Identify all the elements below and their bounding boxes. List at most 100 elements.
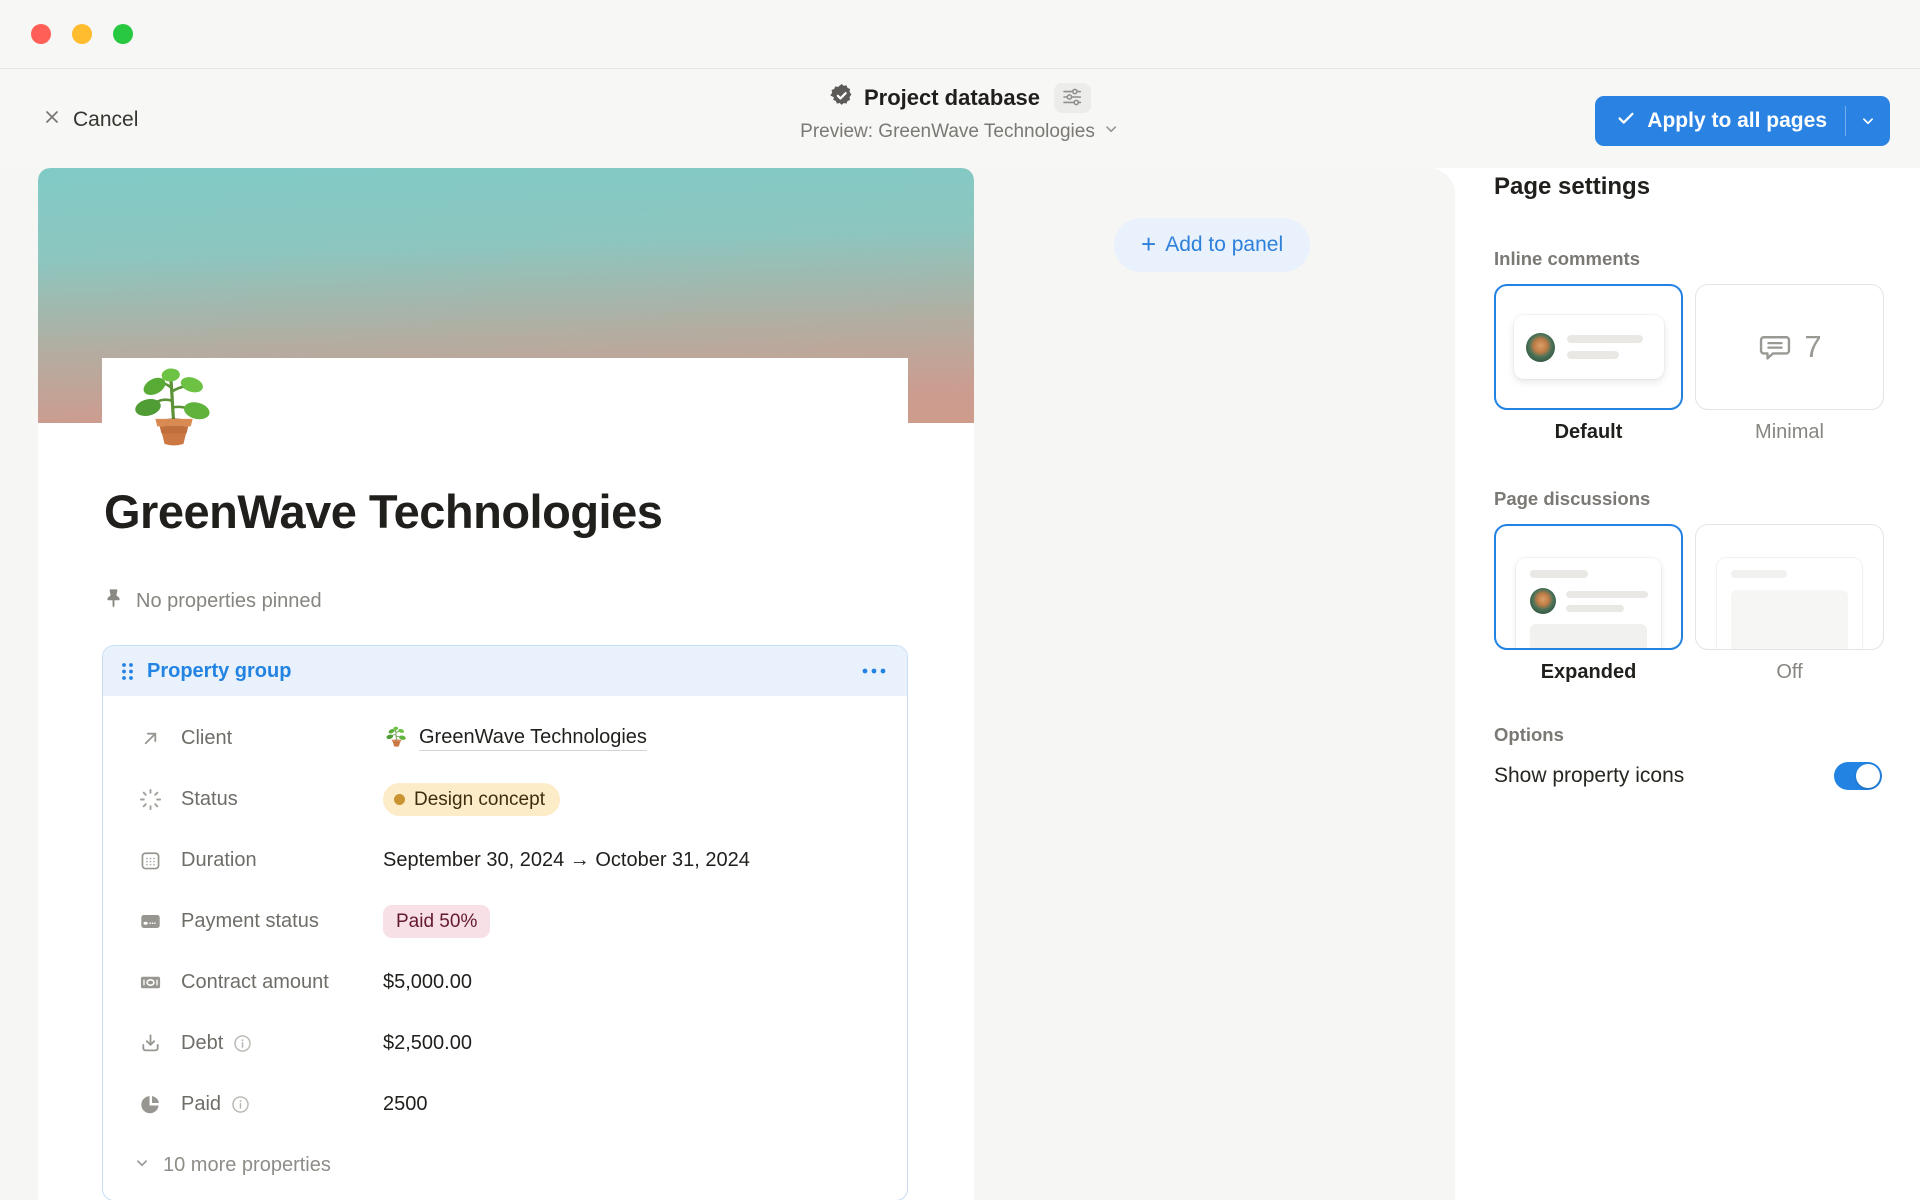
preview-label: Preview: GreenWave Technologies bbox=[800, 121, 1095, 143]
option-column: Default bbox=[1494, 284, 1683, 444]
show-property-icons-label: Show property icons bbox=[1494, 764, 1684, 788]
pinned-properties-note: No properties pinned bbox=[102, 587, 322, 616]
more-properties-toggle[interactable]: 10 more properties bbox=[103, 1135, 907, 1196]
verified-seal-icon bbox=[829, 83, 854, 113]
minimize-window-button[interactable] bbox=[72, 24, 92, 44]
property-row-status[interactable]: StatusDesign concept bbox=[103, 769, 907, 830]
property-group-panel: Property group Client GreenWave Technolog… bbox=[102, 645, 908, 1200]
apply-label: Apply to all pages bbox=[1647, 109, 1827, 133]
option-cards: Expanded Off bbox=[1494, 524, 1882, 684]
section-label: Page discussions bbox=[1494, 488, 1882, 510]
info-icon bbox=[232, 1033, 253, 1054]
sliders-icon bbox=[1062, 87, 1084, 110]
property-row-payment-status[interactable]: Payment statusPaid 50% bbox=[103, 891, 907, 952]
arrow-up-right-icon bbox=[139, 727, 163, 750]
property-group-menu-button[interactable] bbox=[859, 664, 889, 678]
main-area: GreenWave Technologies No properties pin… bbox=[0, 168, 1920, 1200]
add-to-panel-button[interactable]: + Add to panel bbox=[1114, 218, 1310, 272]
customize-page-window: Cancel Project database Preview: GreenWa… bbox=[0, 0, 1920, 1200]
apply-dropdown-button[interactable] bbox=[1846, 96, 1890, 146]
property-value: GreenWave Technologies bbox=[383, 725, 647, 752]
comment-count: 7 bbox=[1804, 329, 1821, 365]
comment-count-preview: 7 bbox=[1696, 285, 1883, 409]
titlebar bbox=[0, 0, 1920, 69]
property-value: $2,500.00 bbox=[383, 1032, 472, 1055]
property-row-contract-amount[interactable]: Contract amount$5,000.00 bbox=[103, 952, 907, 1013]
banknote-icon bbox=[139, 971, 163, 994]
add-to-panel-label: Add to panel bbox=[1165, 233, 1283, 257]
property-label: Debt bbox=[181, 1032, 383, 1055]
option-label-off: Off bbox=[1695, 661, 1884, 684]
check-icon bbox=[1615, 107, 1637, 135]
option-column: Off bbox=[1695, 524, 1884, 684]
drag-handle-icon[interactable] bbox=[121, 662, 134, 681]
property-value: Design concept bbox=[383, 783, 560, 816]
property-row-client[interactable]: Client GreenWave Technologies bbox=[103, 708, 907, 769]
cancel-label: Cancel bbox=[73, 108, 138, 132]
cancel-button[interactable]: Cancel bbox=[36, 103, 144, 137]
chevron-down-icon bbox=[1102, 120, 1120, 144]
option-card-default[interactable] bbox=[1494, 284, 1683, 410]
option-label-minimal: Minimal bbox=[1695, 421, 1884, 444]
status-badge: Design concept bbox=[383, 783, 560, 816]
header-center: Project database Preview: GreenWave Tech… bbox=[800, 83, 1120, 144]
option-label-expanded: Expanded bbox=[1494, 661, 1683, 684]
option-label-default: Default bbox=[1494, 421, 1683, 444]
toggle-knob bbox=[1856, 764, 1880, 788]
sidebar-sections: Inline comments Default 7 Minimal Page discu… bbox=[1494, 248, 1882, 684]
option-column: 7 Minimal bbox=[1695, 284, 1884, 444]
page-preview-pane: GreenWave Technologies No properties pin… bbox=[0, 168, 1455, 1200]
client-page-link[interactable]: GreenWave Technologies bbox=[419, 726, 647, 751]
zoom-window-button[interactable] bbox=[113, 24, 133, 44]
option-cards: Default 7 Minimal bbox=[1494, 284, 1882, 444]
property-value: 2500 bbox=[383, 1093, 428, 1116]
page-settings-sidebar: Page settings Inline commentsDefault7Min… bbox=[1455, 168, 1920, 1200]
top-bar: Cancel Project database Preview: GreenWa… bbox=[0, 0, 1920, 168]
potted-plant-icon bbox=[383, 725, 410, 752]
pinned-note-label: No properties pinned bbox=[136, 590, 322, 613]
option-card-minimal[interactable]: 7 bbox=[1695, 284, 1884, 410]
property-group-title: Property group bbox=[147, 660, 859, 683]
credit-card-icon bbox=[139, 910, 163, 933]
property-row-paid[interactable]: Paid2500 bbox=[103, 1074, 907, 1135]
discussion-preview bbox=[1516, 558, 1661, 650]
comment-preview bbox=[1514, 315, 1664, 379]
property-value: Paid 50% bbox=[383, 905, 490, 938]
close-window-button[interactable] bbox=[31, 24, 51, 44]
pie-chart-icon bbox=[139, 1093, 163, 1116]
property-row-duration[interactable]: DurationSeptember 30, 2024 → October 31,… bbox=[103, 830, 907, 891]
preview-selector[interactable]: Preview: GreenWave Technologies bbox=[800, 120, 1120, 144]
apply-to-all-pages-button[interactable]: Apply to all pages bbox=[1595, 96, 1890, 146]
option-column: Expanded bbox=[1494, 524, 1683, 684]
discussion-off-preview bbox=[1716, 557, 1863, 650]
avatar bbox=[1530, 588, 1556, 614]
show-property-icons-toggle[interactable] bbox=[1834, 762, 1882, 790]
close-icon bbox=[42, 107, 62, 133]
status-badge: Paid 50% bbox=[383, 905, 490, 938]
badge-dot bbox=[394, 794, 405, 805]
page-title-header: Project database bbox=[864, 85, 1040, 111]
option-card-expanded[interactable] bbox=[1494, 524, 1683, 650]
more-properties-label: 10 more properties bbox=[163, 1154, 331, 1177]
chevron-down-icon bbox=[133, 1154, 151, 1178]
status-spinner-icon bbox=[139, 788, 163, 811]
page-title: GreenWave Technologies bbox=[104, 484, 662, 539]
property-rows: Client GreenWave Technologies StatusDesign… bbox=[103, 696, 907, 1135]
database-settings-button[interactable] bbox=[1054, 83, 1091, 113]
pin-icon bbox=[102, 587, 125, 616]
property-label: Client bbox=[181, 727, 383, 750]
comment-bubble-icon bbox=[1757, 329, 1793, 365]
info-icon bbox=[230, 1094, 251, 1115]
calendar-icon bbox=[139, 849, 163, 872]
property-label: Paid bbox=[181, 1093, 383, 1116]
option-card-off[interactable] bbox=[1695, 524, 1884, 650]
avatar bbox=[1526, 333, 1555, 362]
property-label: Duration bbox=[181, 849, 383, 872]
property-label: Status bbox=[181, 788, 383, 811]
property-row-debt[interactable]: Debt$2,500.00 bbox=[103, 1013, 907, 1074]
property-label: Contract amount bbox=[181, 971, 383, 994]
section-label: Inline comments bbox=[1494, 248, 1882, 270]
property-label: Payment status bbox=[181, 910, 383, 933]
property-group-header[interactable]: Property group bbox=[103, 646, 907, 696]
potted-plant-emoji[interactable] bbox=[122, 362, 226, 466]
